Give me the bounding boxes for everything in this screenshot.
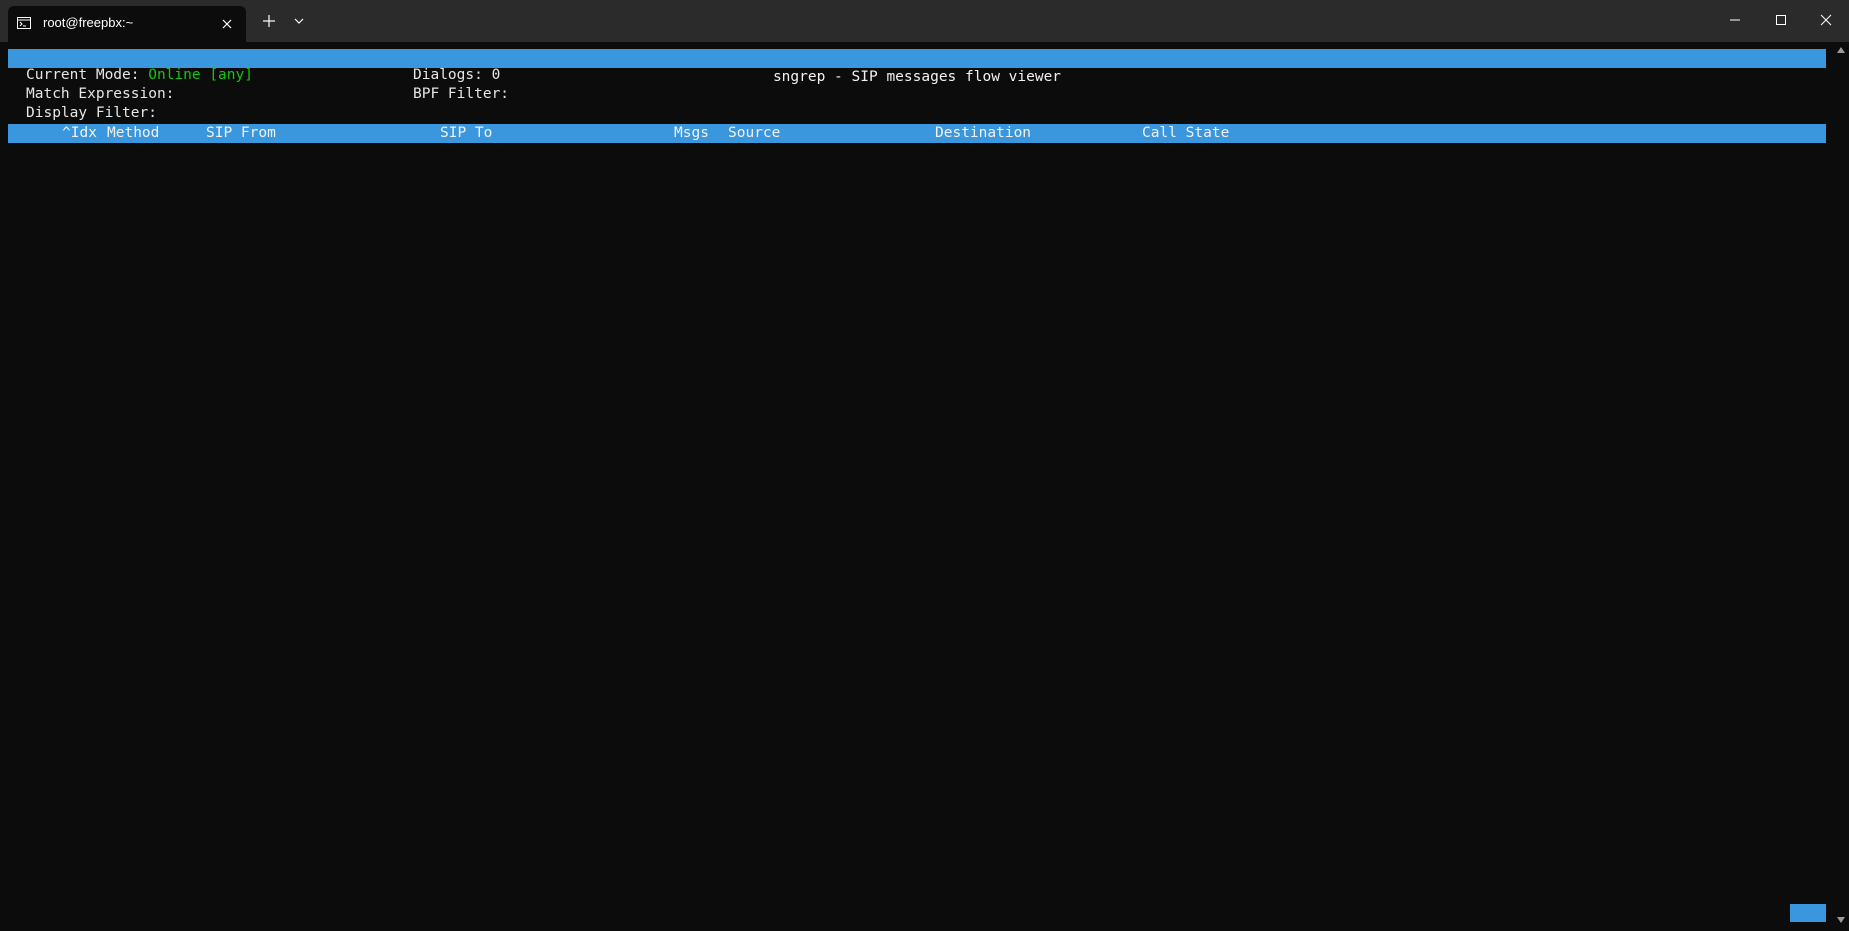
minimize-icon[interactable] [1725, 10, 1745, 30]
column-method[interactable]: Method [107, 124, 159, 143]
terminal-window: root@freepbx:~ sngrep - SIP messages flo [0, 0, 1849, 931]
maximize-icon[interactable] [1771, 10, 1791, 30]
terminal-icon [17, 17, 31, 29]
sngrep-title: sngrep - SIP messages flow viewer [772, 69, 1062, 85]
current-mode-label: Current Mode: [26, 67, 149, 83]
column-destination[interactable]: Destination [935, 124, 1031, 143]
column-idx[interactable]: ^Idx [62, 124, 97, 143]
cursor-block [1790, 904, 1826, 922]
tab-title: root@freepbx:~ [43, 15, 134, 30]
column-source[interactable]: Source [728, 124, 780, 143]
sngrep-header-bar: sngrep - SIP messages flow viewer [8, 49, 1826, 85]
plus-icon[interactable] [260, 12, 278, 30]
scroll-down-icon[interactable] [1836, 915, 1846, 925]
column-sip-to[interactable]: SIP To [440, 124, 492, 143]
tab-root-freepbx[interactable]: root@freepbx:~ [8, 6, 246, 42]
column-sip-from[interactable]: SIP From [206, 124, 276, 143]
match-expression-label: Match Expression: [26, 86, 175, 102]
current-mode-value: Online [any] [148, 67, 253, 83]
scroll-up-icon[interactable] [1836, 45, 1846, 55]
column-call-state[interactable]: Call State [1142, 124, 1229, 143]
column-header-bar: ^Idx Method SIP From SIP To Msgs Source … [8, 124, 1826, 143]
close-icon[interactable] [1816, 10, 1836, 30]
tab-close-icon[interactable] [218, 15, 236, 33]
dialogs-count: Dialogs: 0 [413, 67, 501, 83]
chevron-down-icon[interactable] [290, 12, 308, 30]
terminal-area[interactable]: sngrep - SIP messages flow viewer Curren… [8, 42, 1826, 930]
title-bar[interactable]: root@freepbx:~ [0, 0, 1849, 42]
current-mode-line: Current Mode: Online [any] [26, 66, 253, 85]
display-filter-label: Display Filter: [26, 105, 157, 121]
bpf-filter-label: BPF Filter: [413, 86, 510, 102]
column-msgs[interactable]: Msgs [674, 124, 709, 143]
